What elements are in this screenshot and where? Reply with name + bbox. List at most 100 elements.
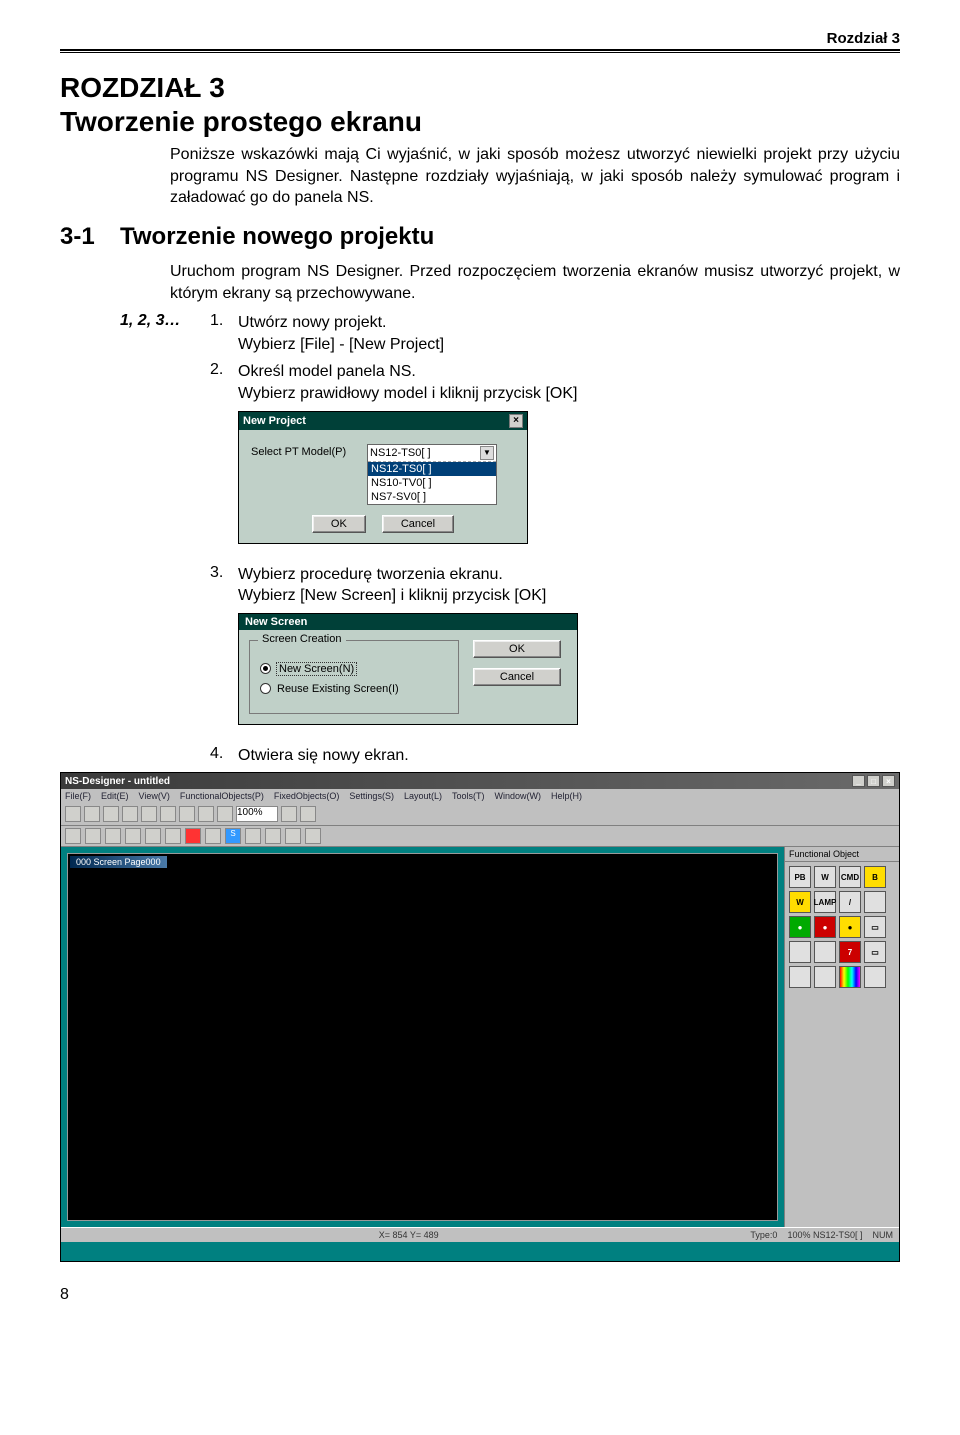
combobox-list[interactable]: NS12-TS0[ ] NS10-TV0[ ] NS7-SV0[ ] (368, 461, 496, 504)
tool-icon[interactable] (179, 806, 195, 822)
menu-item[interactable]: FixedObjects(O) (274, 791, 340, 801)
page-title-line2: Tworzenie prostego ekranu (60, 106, 422, 137)
radio-icon[interactable] (260, 683, 271, 694)
tool-icon[interactable] (145, 828, 161, 844)
combobox-item[interactable]: NS7-SV0[ ] (368, 490, 496, 504)
app-title: NS-Designer - untitled (65, 776, 170, 787)
palette-item[interactable]: ● (814, 916, 836, 938)
palette-item[interactable]: ▭ (864, 941, 886, 963)
menu-item[interactable]: Edit(E) (101, 791, 129, 801)
palette-item[interactable]: PB (789, 866, 811, 888)
palette-item[interactable]: / (839, 891, 861, 913)
palette-item[interactable] (814, 941, 836, 963)
menu-item[interactable]: Tools(T) (452, 791, 485, 801)
toolbar-secondary[interactable]: S (61, 826, 899, 847)
tool-icon[interactable]: S (225, 828, 241, 844)
new-screen-dialog: New Screen Screen Creation New Screen(N)… (238, 613, 578, 725)
palette-item[interactable]: ● (839, 916, 861, 938)
step-3-num: 3. (210, 564, 238, 607)
palette-item[interactable] (864, 966, 886, 988)
palette-item[interactable] (814, 966, 836, 988)
tool-icon[interactable] (85, 828, 101, 844)
figure-new-project-dialog: New Project × Select PT Model(P) NS12-TS… (238, 411, 900, 544)
radio-icon[interactable] (260, 663, 271, 674)
palette-item[interactable] (789, 966, 811, 988)
close-icon[interactable]: × (509, 414, 523, 428)
palette-item[interactable]: ● (789, 916, 811, 938)
menu-item[interactable]: View(V) (139, 791, 170, 801)
tool-icon[interactable] (141, 806, 157, 822)
tool-icon[interactable] (285, 828, 301, 844)
tool-icon[interactable] (65, 806, 81, 822)
step-2: 2. Określ model panela NS. Wybierz prawi… (120, 361, 900, 404)
tool-icon[interactable] (245, 828, 261, 844)
menu-item[interactable]: File(F) (65, 791, 91, 801)
tool-icon[interactable] (103, 806, 119, 822)
tool-icon[interactable] (205, 828, 221, 844)
tool-icon[interactable] (185, 828, 201, 844)
tool-icon[interactable] (105, 828, 121, 844)
cancel-button[interactable]: Cancel (473, 668, 561, 686)
menu-item[interactable]: Layout(L) (404, 791, 442, 801)
tool-icon[interactable] (160, 806, 176, 822)
model-label: Select PT Model(P) (251, 444, 351, 458)
step-1-line2: Wybierz [File] - [New Project] (238, 336, 444, 353)
step-2-line1: Określ model panela NS. (238, 363, 416, 380)
toolbar-primary[interactable]: 100% (61, 803, 899, 826)
tool-icon[interactable] (265, 828, 281, 844)
canvas-titlebar: 000 Screen Page000 (70, 856, 167, 868)
close-icon[interactable]: × (882, 775, 895, 787)
tool-icon[interactable] (300, 806, 316, 822)
palette-item[interactable] (789, 941, 811, 963)
palette-item[interactable]: 7 (839, 941, 861, 963)
ok-button[interactable]: OK (312, 515, 366, 533)
palette-item[interactable]: W (814, 866, 836, 888)
step-3: 3. Wybierz procedurę tworzenia ekranu. W… (120, 564, 900, 607)
step-2-line2: Wybierz prawidłowy model i kliknij przyc… (238, 385, 578, 402)
palette-item[interactable] (839, 966, 861, 988)
tool-icon[interactable] (305, 828, 321, 844)
step-4-line1: Otwiera się nowy ekran. (238, 747, 409, 764)
palette-item[interactable]: ▭ (864, 916, 886, 938)
combobox-item[interactable]: NS10-TV0[ ] (368, 476, 496, 490)
palette-item[interactable]: B (864, 866, 886, 888)
tool-icon[interactable] (125, 828, 141, 844)
palette-item[interactable]: W (789, 891, 811, 913)
palette-item[interactable]: LAMP (814, 891, 836, 913)
menu-item[interactable]: Window(W) (495, 791, 542, 801)
menu-bar[interactable]: File(F) Edit(E) View(V) FunctionalObject… (61, 789, 899, 803)
canvas-area[interactable]: 000 Screen Page000 (61, 847, 784, 1227)
chevron-down-icon[interactable]: ▼ (480, 446, 494, 460)
zoom-field[interactable]: 100% (236, 806, 278, 822)
radio-new-screen[interactable]: New Screen(N) (260, 663, 448, 675)
chapter-header: Rozdział 3 (60, 30, 900, 49)
tool-icon[interactable] (165, 828, 181, 844)
maximize-icon[interactable]: □ (867, 775, 880, 787)
object-palette[interactable]: PB W CMD B W LAMP / ● ● ● ▭ 7 ▭ (785, 862, 899, 992)
tool-icon[interactable] (65, 828, 81, 844)
step-4: 4. Otwiera się nowy ekran. (120, 745, 900, 767)
tool-icon[interactable] (198, 806, 214, 822)
screen-canvas[interactable]: 000 Screen Page000 (67, 853, 778, 1221)
palette-item[interactable]: CMD (839, 866, 861, 888)
menu-item[interactable]: FunctionalObjects(P) (180, 791, 264, 801)
step-1: 1, 2, 3… 1. Utwórz nowy projekt. Wybierz… (120, 312, 900, 355)
tool-icon[interactable] (217, 806, 233, 822)
minimize-icon[interactable]: _ (852, 775, 865, 787)
model-combobox[interactable]: NS12-TS0[ ] ▼ NS12-TS0[ ] NS10-TV0[ ] NS… (367, 444, 497, 505)
dialog-title: New Screen (239, 614, 577, 630)
combobox-item[interactable]: NS12-TS0[ ] (368, 462, 496, 476)
menu-item[interactable]: Help(H) (551, 791, 582, 801)
tool-icon[interactable] (84, 806, 100, 822)
palette-item[interactable] (864, 891, 886, 913)
status-bar: X= 854 Y= 489 Type:0 100% NS12-TS0[ ] NU… (61, 1227, 899, 1242)
tool-icon[interactable] (281, 806, 297, 822)
combobox-value: NS12-TS0[ ] (370, 447, 431, 459)
cancel-button[interactable]: Cancel (382, 515, 454, 533)
ok-button[interactable]: OK (473, 640, 561, 658)
status-coords: X= 854 Y= 489 (67, 1230, 750, 1240)
step-1-num: 1. (210, 312, 238, 355)
radio-reuse-screen[interactable]: Reuse Existing Screen(I) (260, 683, 448, 695)
figure-app-window: NS-Designer - untitled _ □ × File(F) Edi… (60, 772, 900, 1262)
tool-icon[interactable] (122, 806, 138, 822)
